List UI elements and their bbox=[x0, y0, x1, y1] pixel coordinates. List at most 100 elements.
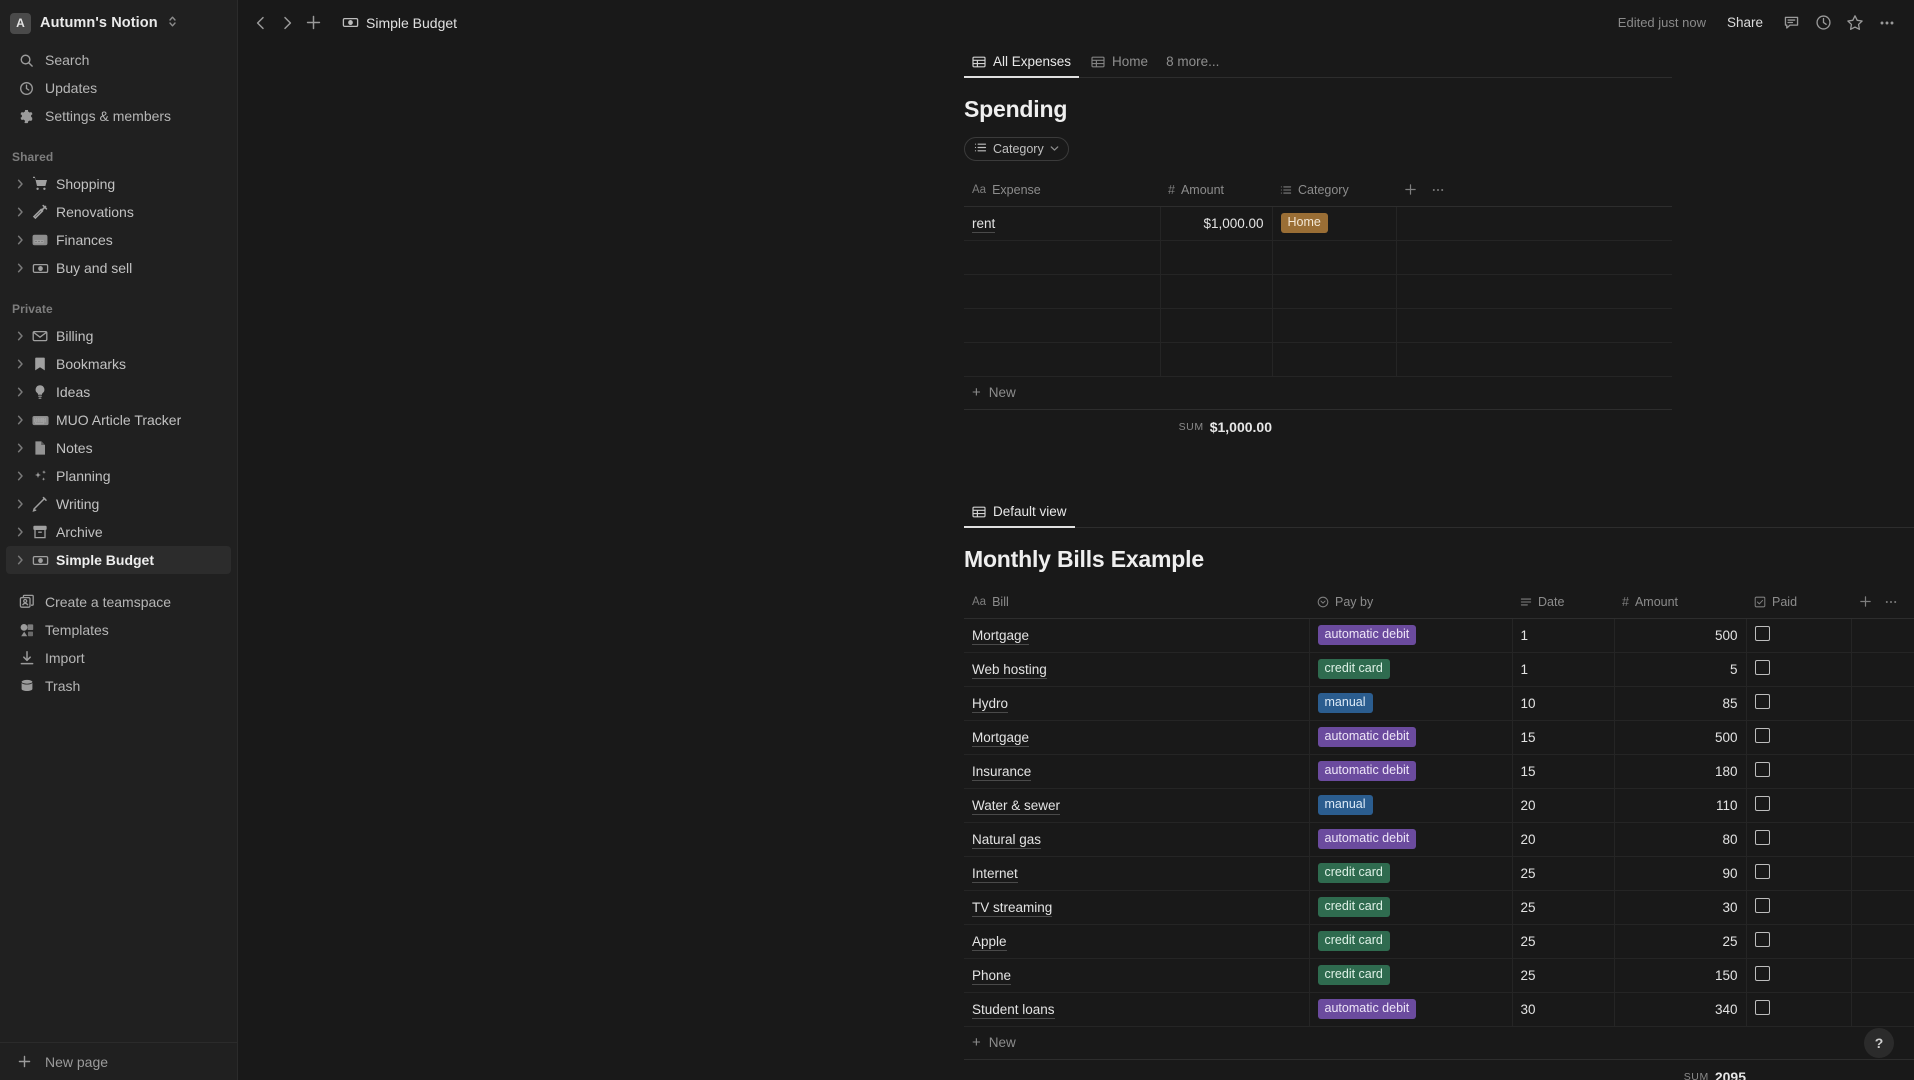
chevron-right-icon[interactable] bbox=[12, 263, 28, 273]
cell-empty[interactable] bbox=[1851, 686, 1914, 721]
cell-bill[interactable]: Mortgage bbox=[964, 720, 1310, 755]
sidebar-page-notes[interactable]: Notes bbox=[6, 434, 231, 462]
star-icon[interactable] bbox=[1842, 10, 1868, 36]
chevron-right-icon[interactable] bbox=[12, 207, 28, 217]
cell-date[interactable]: 1 bbox=[1512, 652, 1615, 687]
table-row[interactable]: Natural gas automatic debit 20 80 bbox=[964, 822, 1914, 857]
cell-empty[interactable] bbox=[1851, 720, 1914, 755]
sidebar-page-simple-budget[interactable]: Simple Budget bbox=[6, 546, 231, 574]
sidebar-page-shopping[interactable]: Shopping bbox=[6, 170, 231, 198]
cell-amount[interactable] bbox=[1160, 308, 1273, 343]
cell-expense[interactable] bbox=[964, 274, 1161, 309]
sidebar-item-trash[interactable]: Trash bbox=[6, 672, 231, 700]
sidebar-page-renovations[interactable]: Renovations bbox=[6, 198, 231, 226]
tab-home[interactable]: Home bbox=[1083, 54, 1156, 77]
cell-paid[interactable] bbox=[1746, 686, 1852, 721]
table-row[interactable]: Internet credit card 25 90 bbox=[964, 856, 1914, 891]
cell-bill[interactable]: Phone bbox=[964, 958, 1310, 993]
cell-pay-by[interactable]: manual bbox=[1309, 686, 1513, 721]
cell-empty[interactable] bbox=[1851, 890, 1914, 925]
cell-empty[interactable] bbox=[1396, 274, 1672, 309]
column-header-amount[interactable]: # Amount bbox=[1614, 586, 1746, 619]
cell-amount[interactable]: 5 bbox=[1614, 652, 1747, 687]
breadcrumb[interactable]: Simple Budget bbox=[336, 11, 463, 34]
column-header-category[interactable]: Category bbox=[1272, 174, 1396, 207]
tab-default-view[interactable]: Default view bbox=[964, 504, 1075, 528]
cell-date[interactable]: 20 bbox=[1512, 822, 1615, 857]
cell-amount[interactable]: 340 bbox=[1614, 992, 1747, 1027]
sidebar-page-ideas[interactable]: Ideas bbox=[6, 378, 231, 406]
chevron-right-icon[interactable] bbox=[12, 387, 28, 397]
cell-paid[interactable] bbox=[1746, 992, 1852, 1027]
spending-table-options-icon[interactable] bbox=[1431, 183, 1445, 197]
cell-paid[interactable] bbox=[1746, 924, 1852, 959]
table-row[interactable] bbox=[964, 342, 1672, 377]
table-row[interactable]: Mortgage automatic debit 15 500 bbox=[964, 720, 1914, 755]
add-column-button[interactable] bbox=[1404, 183, 1417, 196]
cell-bill[interactable]: Apple bbox=[964, 924, 1310, 959]
cell-amount[interactable] bbox=[1160, 274, 1273, 309]
column-header-amount[interactable]: # Amount bbox=[1160, 174, 1272, 207]
cell-bill[interactable]: Water & sewer bbox=[964, 788, 1310, 823]
back-button[interactable] bbox=[248, 10, 274, 36]
chevron-right-icon[interactable] bbox=[12, 179, 28, 189]
cell-category[interactable] bbox=[1272, 342, 1397, 377]
table-row[interactable]: Apple credit card 25 25 bbox=[964, 924, 1914, 959]
paid-checkbox[interactable] bbox=[1754, 660, 1770, 675]
cell-paid[interactable] bbox=[1746, 958, 1852, 993]
sidebar-item-import[interactable]: Import bbox=[6, 644, 231, 672]
cell-empty[interactable] bbox=[1396, 308, 1672, 343]
tab-all-expenses[interactable]: All Expenses bbox=[964, 54, 1080, 78]
paid-checkbox[interactable] bbox=[1754, 864, 1770, 879]
help-button[interactable]: ? bbox=[1864, 1028, 1894, 1058]
cell-bill[interactable]: Mortgage bbox=[964, 618, 1310, 653]
add-column-button[interactable] bbox=[1859, 595, 1872, 608]
table-row[interactable]: Phone credit card 25 150 bbox=[964, 958, 1914, 993]
cell-paid[interactable] bbox=[1746, 652, 1852, 687]
sidebar-page-buy-and-sell[interactable]: Buy and sell bbox=[6, 254, 231, 282]
more-views-button[interactable]: 8 more... bbox=[1160, 54, 1225, 77]
table-row[interactable]: Water & sewer manual 20 110 bbox=[964, 788, 1914, 823]
chevron-right-icon[interactable] bbox=[12, 331, 28, 341]
cell-pay-by[interactable]: credit card bbox=[1309, 890, 1513, 925]
chevron-right-icon[interactable] bbox=[12, 555, 28, 565]
paid-checkbox[interactable] bbox=[1754, 966, 1770, 981]
cell-paid[interactable] bbox=[1746, 618, 1852, 653]
cell-paid[interactable] bbox=[1746, 720, 1852, 755]
sum-value[interactable]: $1,000.00 bbox=[1210, 419, 1272, 435]
chevron-right-icon[interactable] bbox=[12, 443, 28, 453]
new-page-button[interactable]: New page bbox=[0, 1042, 237, 1080]
chevron-right-icon[interactable] bbox=[12, 499, 28, 509]
sidebar-item-settings[interactable]: Settings & members bbox=[6, 102, 231, 130]
sidebar-item-create-teamspace[interactable]: Create a teamspace bbox=[6, 588, 231, 616]
spending-new-row-button[interactable]: + New bbox=[964, 377, 1672, 410]
cell-empty[interactable] bbox=[1396, 240, 1672, 275]
cell-bill[interactable]: Student loans bbox=[964, 992, 1310, 1027]
cell-pay-by[interactable]: automatic debit bbox=[1309, 822, 1513, 857]
cell-amount[interactable] bbox=[1160, 240, 1273, 275]
paid-checkbox[interactable] bbox=[1754, 932, 1770, 947]
paid-checkbox[interactable] bbox=[1754, 830, 1770, 845]
cell-pay-by[interactable]: credit card bbox=[1309, 958, 1513, 993]
bills-new-row-button[interactable]: + New bbox=[964, 1027, 1914, 1060]
paid-checkbox[interactable] bbox=[1754, 1000, 1770, 1015]
chevron-right-icon[interactable] bbox=[12, 471, 28, 481]
cell-empty[interactable] bbox=[1851, 618, 1914, 653]
cell-empty[interactable] bbox=[1851, 992, 1914, 1027]
cell-date[interactable]: 25 bbox=[1512, 856, 1615, 891]
paid-checkbox[interactable] bbox=[1754, 694, 1770, 709]
table-row[interactable] bbox=[964, 308, 1672, 343]
table-row[interactable]: Student loans automatic debit 30 340 bbox=[964, 992, 1914, 1027]
sidebar-page-bookmarks[interactable]: Bookmarks bbox=[6, 350, 231, 378]
cell-pay-by[interactable]: automatic debit bbox=[1309, 754, 1513, 789]
cell-amount[interactable]: 80 bbox=[1614, 822, 1747, 857]
cell-paid[interactable] bbox=[1746, 856, 1852, 891]
cell-empty[interactable] bbox=[1851, 822, 1914, 857]
cell-date[interactable]: 15 bbox=[1512, 720, 1615, 755]
cell-empty[interactable] bbox=[1851, 958, 1914, 993]
add-page-button[interactable] bbox=[300, 10, 326, 36]
sidebar-page-planning[interactable]: Planning bbox=[6, 462, 231, 490]
cell-amount[interactable]: 180 bbox=[1614, 754, 1747, 789]
cell-empty[interactable] bbox=[1851, 754, 1914, 789]
sum-value[interactable]: 2095 bbox=[1715, 1069, 1746, 1080]
